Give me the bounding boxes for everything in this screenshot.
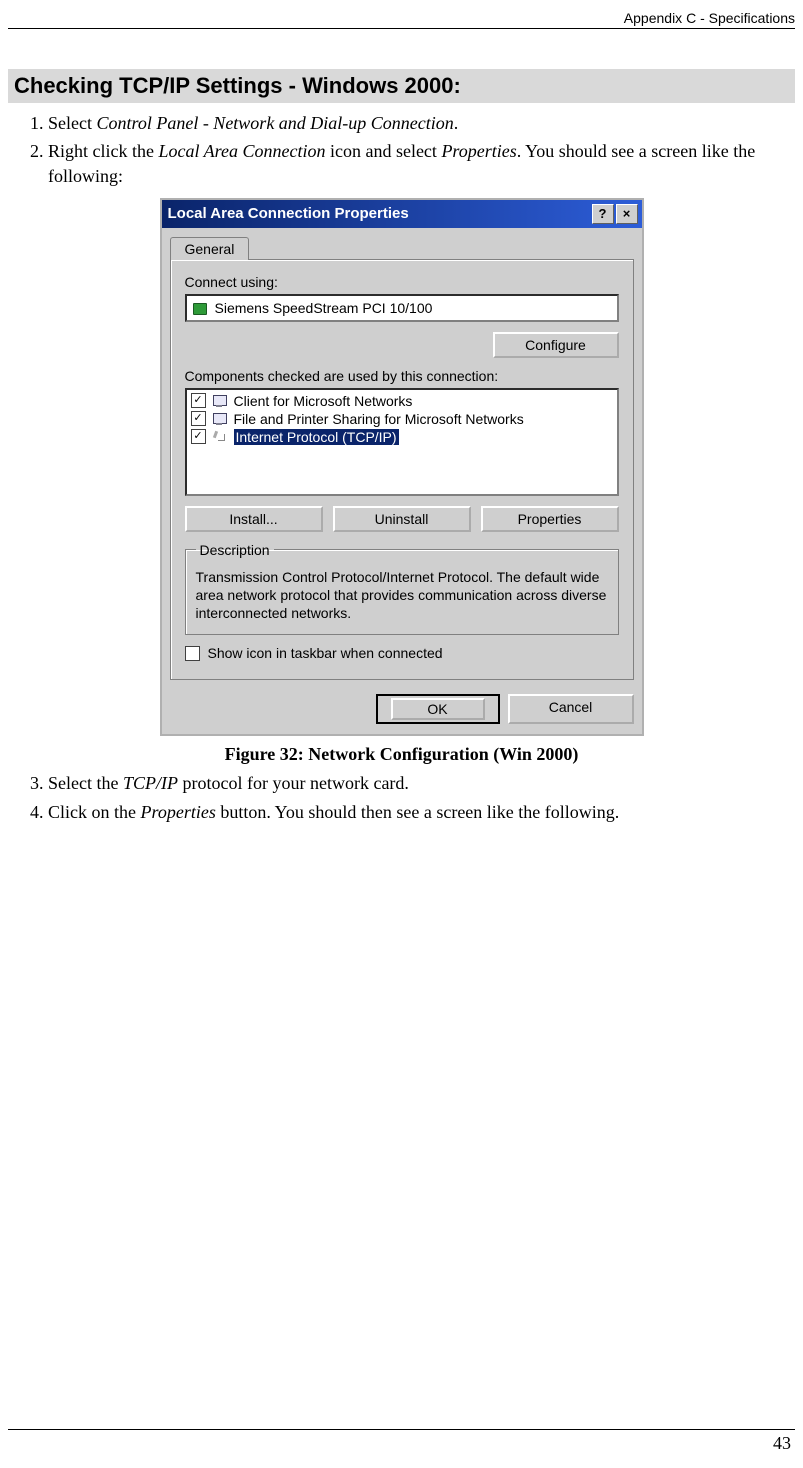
dialog-window: Local Area Connection Properties ? × Gen… bbox=[160, 198, 644, 737]
step-3-text-b: protocol for your network card. bbox=[178, 773, 409, 793]
page: Appendix C - Specifications Checking TCP… bbox=[0, 0, 803, 1468]
close-button[interactable]: × bbox=[616, 204, 638, 224]
list-item-selected[interactable]: ✓ Internet Protocol (TCP/IP) bbox=[189, 428, 615, 446]
list-item-label: Client for Microsoft Networks bbox=[234, 393, 413, 409]
components-label: Components checked are used by this conn… bbox=[185, 368, 619, 384]
description-text: Transmission Control Protocol/Internet P… bbox=[196, 568, 608, 623]
step-1: Select Control Panel - Network and Dial-… bbox=[48, 111, 795, 135]
show-icon-checkbox[interactable] bbox=[185, 646, 200, 661]
show-icon-row: Show icon in taskbar when connected bbox=[185, 645, 619, 661]
section-heading: Checking TCP/IP Settings - Windows 2000: bbox=[8, 69, 795, 103]
figure-caption: Figure 32: Network Configuration (Win 20… bbox=[8, 744, 795, 765]
step-1-italic: Control Panel - Network and Dial-up Conn… bbox=[96, 113, 453, 133]
help-button[interactable]: ? bbox=[592, 204, 614, 224]
checkbox-icon[interactable]: ✓ bbox=[191, 411, 206, 426]
step-4-italic: Properties bbox=[141, 802, 216, 822]
list-item[interactable]: ✓ Client for Microsoft Networks bbox=[189, 392, 615, 410]
step-1-text-b: . bbox=[454, 113, 459, 133]
configure-button[interactable]: Configure bbox=[493, 332, 619, 358]
uninstall-button[interactable]: Uninstall bbox=[333, 506, 471, 532]
step-2: Right click the Local Area Connection ic… bbox=[48, 139, 795, 188]
step-list-bottom: Select the TCP/IP protocol for your netw… bbox=[8, 771, 795, 824]
dialog-client-top: General Connect using: Siemens SpeedStre… bbox=[162, 228, 642, 689]
titlebar-text: Local Area Connection Properties bbox=[168, 205, 409, 222]
titlebar[interactable]: Local Area Connection Properties ? × bbox=[162, 200, 642, 228]
page-number: 43 bbox=[773, 1433, 791, 1454]
properties-button[interactable]: Properties bbox=[481, 506, 619, 532]
step-3-text-a: Select the bbox=[48, 773, 123, 793]
header-appendix-label: Appendix C - Specifications bbox=[8, 10, 795, 29]
checkbox-icon[interactable]: ✓ bbox=[191, 393, 206, 408]
tab-panel: Connect using: Siemens SpeedStream PCI 1… bbox=[170, 259, 634, 681]
service-icon bbox=[212, 412, 228, 426]
install-button[interactable]: Install... bbox=[185, 506, 323, 532]
step-3: Select the TCP/IP protocol for your netw… bbox=[48, 771, 795, 795]
ok-button[interactable]: OK bbox=[376, 694, 500, 724]
step-2-text-a: Right click the bbox=[48, 141, 158, 161]
tab-general[interactable]: General bbox=[170, 237, 250, 260]
step-2-text-b: icon and select bbox=[325, 141, 441, 161]
cancel-button[interactable]: Cancel bbox=[508, 694, 634, 724]
dialog-bottom-buttons: OK Cancel bbox=[162, 688, 642, 734]
list-item[interactable]: ✓ File and Printer Sharing for Microsoft… bbox=[189, 410, 615, 428]
titlebar-buttons: ? × bbox=[592, 204, 638, 224]
protocol-icon bbox=[212, 430, 228, 444]
step-list-top: Select Control Panel - Network and Dial-… bbox=[8, 111, 795, 188]
components-list[interactable]: ✓ Client for Microsoft Networks ✓ File a… bbox=[185, 388, 619, 496]
step-4-text-b: button. You should then see a screen lik… bbox=[216, 802, 619, 822]
step-3-italic: TCP/IP bbox=[123, 773, 178, 793]
adapter-name: Siemens SpeedStream PCI 10/100 bbox=[215, 300, 433, 316]
install-button-row: Install... Uninstall Properties bbox=[185, 506, 619, 532]
step-4: Click on the Properties button. You shou… bbox=[48, 800, 795, 824]
client-icon bbox=[212, 394, 228, 408]
description-group: Description Transmission Control Protoco… bbox=[185, 542, 619, 636]
connect-using-label: Connect using: bbox=[185, 274, 619, 290]
step-1-text-a: Select bbox=[48, 113, 96, 133]
description-legend: Description bbox=[196, 542, 274, 558]
show-icon-label: Show icon in taskbar when connected bbox=[208, 645, 443, 661]
list-item-label: Internet Protocol (TCP/IP) bbox=[234, 429, 399, 445]
footer-rule bbox=[8, 1429, 795, 1430]
step-2-italic-1: Local Area Connection bbox=[158, 141, 325, 161]
nic-icon bbox=[193, 301, 209, 315]
checkbox-icon[interactable]: ✓ bbox=[191, 429, 206, 444]
step-4-text-a: Click on the bbox=[48, 802, 141, 822]
adapter-field[interactable]: Siemens SpeedStream PCI 10/100 bbox=[185, 294, 619, 322]
step-2-italic-2: Properties bbox=[441, 141, 516, 161]
list-item-label: File and Printer Sharing for Microsoft N… bbox=[234, 411, 524, 427]
dialog-figure: Local Area Connection Properties ? × Gen… bbox=[8, 198, 795, 737]
